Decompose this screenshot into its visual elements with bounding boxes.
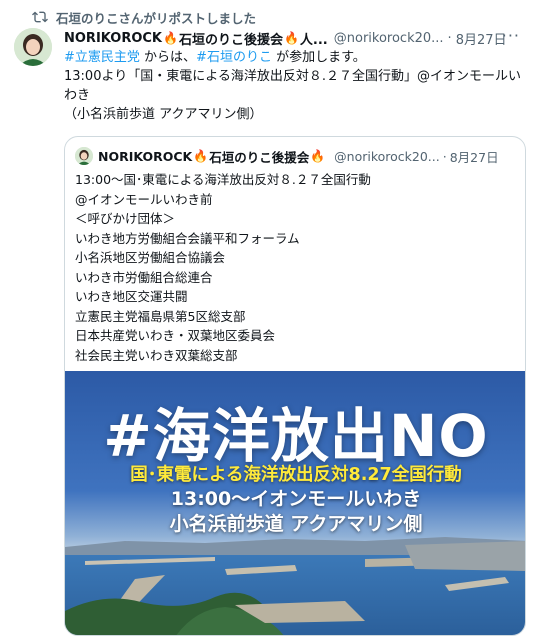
avatar-image xyxy=(14,28,52,66)
separator: · xyxy=(447,30,452,46)
more-options-icon[interactable]: ··· xyxy=(502,28,520,44)
hashtag-link[interactable]: #石垣のりこ xyxy=(196,50,272,65)
fire-icon: 🔥 xyxy=(310,149,326,163)
quoted-line: 日本共産党いわき・双葉地区委員会 xyxy=(75,328,276,343)
quoted-author-handle[interactable]: @norikorock20... xyxy=(334,149,440,164)
author-name[interactable]: NORIKOROCK xyxy=(64,31,162,46)
quoted-line: ＜呼びかけ団体＞ xyxy=(75,211,176,226)
quoted-line: 立憲民主党福島県第5区総支部 xyxy=(75,308,246,324)
quoted-tweet-header: NORIKOROCK 🔥 石垣のりこ後援会 🔥 @norikorock20...… xyxy=(75,147,515,165)
avatar[interactable] xyxy=(14,28,52,66)
banner-time-location: 13:00～イオンモールいわき xyxy=(170,488,422,510)
quoted-line: 社会民主党いわき双葉総支部 xyxy=(75,347,238,363)
quoted-tweet-card[interactable]: NORIKOROCK 🔥 石垣のりこ後援会 🔥 @norikorock20...… xyxy=(64,136,526,636)
banner-subtitle: 国･東電による海洋放出反対8.27全国行動 xyxy=(130,465,462,485)
quoted-line: いわき地方労働組合会議平和フォーラム xyxy=(75,230,300,246)
fire-icon: 🔥 xyxy=(163,31,178,45)
tweet-text-part: からは、 xyxy=(139,50,197,65)
quoted-line: いわき地区交運共闘 xyxy=(75,289,188,304)
quoted-author-name[interactable]: NORIKOROCK xyxy=(98,149,192,164)
banner-location-detail: 小名浜前歩道 アクアマリン側 xyxy=(169,513,423,535)
tweet-header: NORIKOROCK 🔥 石垣のりこ後援会 🔥 人... @norikorock… xyxy=(64,28,526,48)
tweet-text-line: （小名浜前歩道 アクアマリン側） xyxy=(64,107,263,122)
fire-icon: 🔥 xyxy=(283,31,299,45)
quoted-line: 小名浜地区労働組合協議会 xyxy=(75,250,226,265)
author-name-2[interactable]: 石垣のりこ後援会 xyxy=(179,29,283,48)
repost-label: 石垣のりこさんがリポストしました xyxy=(56,10,257,26)
quoted-tweet-image[interactable]: #海洋放出NO 国･東電による海洋放出反対8.27全国行動 13:00～イオンモ… xyxy=(65,371,525,635)
hashtag-link[interactable]: #立憲民主党 xyxy=(64,50,140,65)
tweet-date[interactable]: 8月27日 xyxy=(456,29,507,48)
quoted-line: 13:00～国･東電による海洋放出反対８.２７全国行動 xyxy=(75,172,371,187)
separator: · xyxy=(442,148,447,164)
quoted-tweet-text: 13:00～国･東電による海洋放出反対８.２７全国行動 @イオンモールいわき前 … xyxy=(75,170,515,365)
quoted-line: いわき市労働組合総連合 xyxy=(75,269,213,285)
tweet-text-part: が参加します。 xyxy=(271,50,366,65)
author-handle[interactable]: @norikorock20... xyxy=(334,31,444,46)
repost-icon xyxy=(32,11,48,23)
repost-header[interactable]: 石垣のりこさんがリポストしました xyxy=(32,8,257,26)
quoted-avatar-image xyxy=(75,147,93,165)
tweet-text-line: 13:00より「国・東電による海洋放出反対８.２７全国行動」@イオンモールいわき xyxy=(64,69,521,103)
author-name-3[interactable]: 人... xyxy=(300,29,328,48)
fire-icon: 🔥 xyxy=(193,149,209,163)
quoted-author-name-2[interactable]: 石垣のりこ後援会 xyxy=(209,147,309,166)
quoted-line: @イオンモールいわき前 xyxy=(75,191,213,207)
quoted-avatar[interactable] xyxy=(75,147,93,165)
quoted-tweet-date[interactable]: 8月27日 xyxy=(450,147,499,166)
tweet-text: #立憲民主党 からは、#石垣のりこ が参加します。 13:00より「国・東電によ… xyxy=(64,48,522,124)
